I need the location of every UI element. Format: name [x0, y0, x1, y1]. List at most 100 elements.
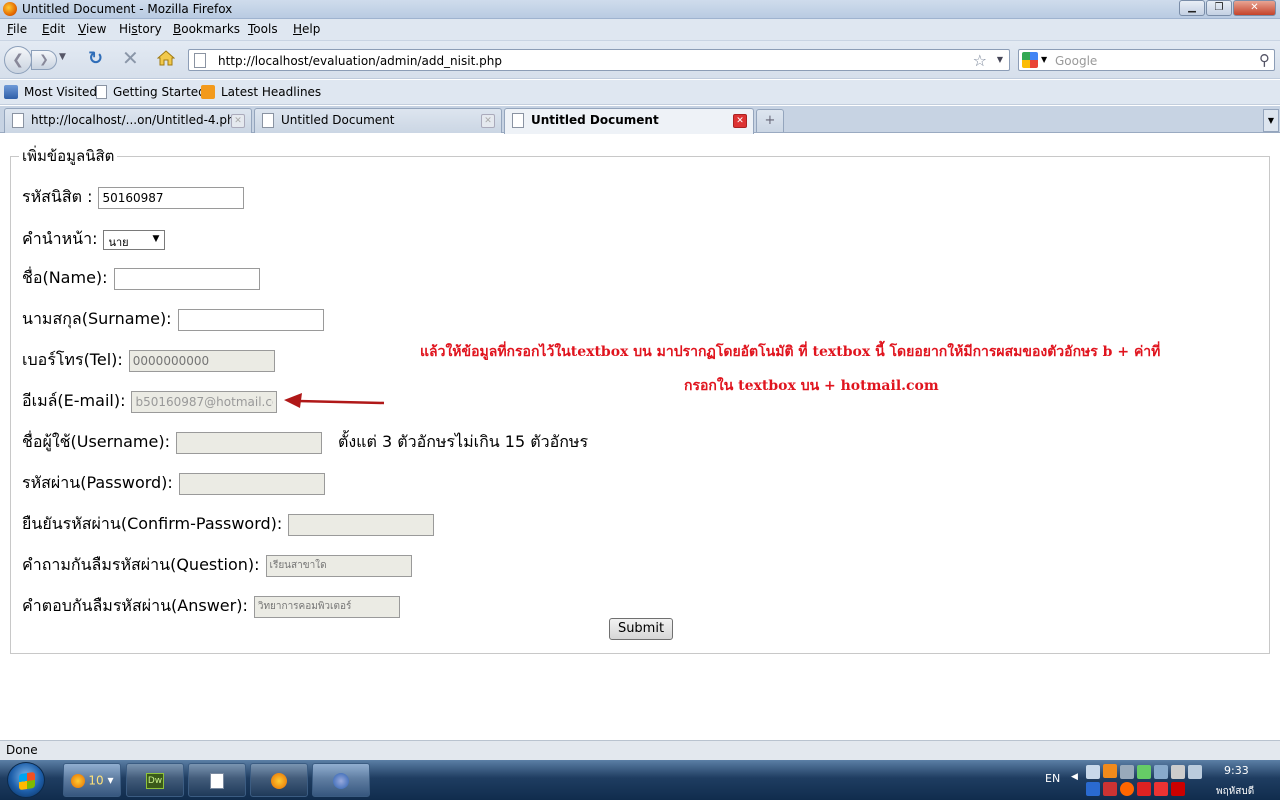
menu-help[interactable]: Help — [293, 22, 320, 36]
prefix-row: คำนำหน้า: นาย — [22, 227, 166, 252]
clock-day[interactable]: พฤหัสบดี — [1216, 784, 1254, 799]
answer-row: คำตอบกันลืมรหัสผ่าน(Answer): — [22, 594, 400, 619]
form-legend: เพิ่มข้อมูลนิสิต — [22, 147, 115, 165]
tray-app-icon[interactable] — [1103, 764, 1117, 778]
rss-feed-icon — [201, 85, 215, 99]
firefox-icon — [70, 773, 85, 788]
bookmark-star-icon[interactable]: ☆ — [973, 51, 987, 70]
page-icon — [262, 113, 274, 128]
page-icon — [12, 113, 24, 128]
url-dropdown-icon[interactable]: ▼ — [997, 55, 1003, 64]
email-input[interactable] — [131, 390, 278, 413]
window-title: Untitled Document - Mozilla Firefox — [22, 2, 233, 16]
menu-view[interactable]: View — [78, 22, 106, 36]
tray-app-icon[interactable] — [1103, 782, 1117, 796]
password-input[interactable] — [178, 472, 325, 495]
password-row: รหัสผ่าน(Password): — [22, 471, 325, 496]
taskbar-firefox[interactable] — [250, 763, 308, 797]
submit-button[interactable]: Submit — [609, 618, 673, 640]
tray-app-icon[interactable] — [1086, 782, 1100, 796]
tab-untitled-4[interactable]: http://localhost/...on/Untitled-4.php ✕ — [4, 108, 252, 133]
search-placeholder[interactable]: Google — [1055, 54, 1097, 68]
taskbar-dreamweaver[interactable]: Dw — [126, 763, 184, 797]
tray-app-icon[interactable] — [1086, 765, 1100, 779]
name-row: ชื่อ(Name): — [22, 266, 260, 291]
menu-history[interactable]: History — [119, 22, 162, 36]
taskbar-notepad[interactable] — [188, 763, 246, 797]
home-icon[interactable] — [157, 50, 175, 66]
maximize-button[interactable]: ❐ — [1206, 0, 1232, 16]
list-all-tabs-button[interactable]: ▼ — [1263, 109, 1279, 132]
student-id-input[interactable] — [98, 186, 245, 209]
username-label: ชื่อผู้ใช้(Username): — [22, 432, 170, 451]
status-bar: Done — [0, 740, 1280, 760]
close-window-button[interactable]: ✕ — [1233, 0, 1276, 16]
minimize-button[interactable]: ▁ — [1179, 0, 1205, 16]
bookmark-most-visited[interactable]: Most Visited — [4, 85, 97, 99]
password-label: รหัสผ่าน(Password): — [22, 473, 173, 492]
tel-row: เบอร์โทร(Tel): — [22, 348, 275, 373]
tray-app-icon[interactable] — [1154, 765, 1168, 779]
tray-app-icon[interactable] — [1137, 782, 1151, 796]
menu-bar: File Edit View History Bookmarks Tools H… — [0, 19, 1280, 41]
taskbar-browser[interactable] — [312, 763, 370, 797]
surname-input[interactable] — [177, 308, 324, 331]
tray-app-icon[interactable] — [1137, 765, 1151, 779]
network-icon[interactable] — [1188, 765, 1202, 779]
history-dropdown-icon[interactable]: ▼ — [59, 52, 66, 62]
surname-label: นามสกุล(Surname): — [22, 309, 172, 328]
question-input[interactable] — [265, 554, 412, 577]
page-icon — [96, 85, 107, 99]
bookmark-getting-started[interactable]: Getting Started — [96, 85, 206, 99]
name-input[interactable] — [113, 267, 260, 290]
tray-app-icon[interactable] — [1120, 765, 1134, 779]
tray-app-icon[interactable] — [1171, 782, 1185, 796]
search-icon[interactable]: ⚲ — [1259, 51, 1270, 69]
start-button[interactable] — [7, 762, 45, 798]
menu-bookmarks[interactable]: Bookmarks — [173, 22, 240, 36]
menu-tools[interactable]: Tools — [248, 22, 278, 36]
new-tab-button[interactable]: + — [756, 109, 784, 132]
system-tray: EN ◀ 9:33 พฤหัสบดี — [1040, 760, 1280, 800]
tab-untitled-document-active[interactable]: Untitled Document ✕ — [504, 108, 754, 134]
google-engine-icon[interactable] — [1022, 52, 1038, 68]
confirm-password-label: ยืนยันรหัสผ่าน(Confirm-Password): — [22, 514, 283, 533]
signal-icon[interactable] — [1171, 765, 1185, 779]
menu-file[interactable]: File — [7, 22, 27, 36]
reload-button[interactable]: ↻ — [88, 49, 103, 69]
close-tab-icon[interactable]: ✕ — [733, 114, 747, 128]
answer-input[interactable] — [253, 595, 400, 618]
status-text: Done — [6, 743, 38, 757]
address-bar[interactable]: http://localhost/evaluation/admin/add_ni… — [188, 49, 1010, 71]
page-icon — [194, 53, 206, 68]
tray-app-icon[interactable] — [1120, 782, 1134, 796]
search-bar[interactable]: ▼ Google ⚲ — [1018, 49, 1275, 71]
close-tab-icon[interactable]: ✕ — [231, 114, 245, 128]
bookmark-latest-headlines[interactable]: Latest Headlines — [201, 85, 321, 99]
back-button[interactable]: ❮ — [4, 46, 32, 74]
engine-dropdown-icon[interactable]: ▼ — [1041, 55, 1047, 64]
confirm-password-input[interactable] — [288, 513, 435, 536]
browser-icon — [333, 772, 349, 789]
name-label: ชื่อ(Name): — [22, 268, 108, 287]
language-indicator[interactable]: EN — [1045, 772, 1060, 785]
prefix-select[interactable]: นาย — [103, 229, 166, 250]
prefix-label: คำนำหน้า: — [22, 229, 98, 248]
taskbar-firefox-group[interactable]: 10 ▾ — [63, 763, 121, 797]
tray-app-icon[interactable] — [1154, 782, 1168, 796]
tab-untitled-document-1[interactable]: Untitled Document ✕ — [254, 108, 502, 133]
annotation-arrow-icon — [284, 393, 385, 408]
url-text[interactable]: http://localhost/evaluation/admin/add_ni… — [218, 54, 502, 68]
show-hidden-icons-button[interactable]: ◀ — [1071, 772, 1078, 782]
stop-button[interactable]: ✕ — [122, 48, 139, 68]
annotation-line-2: กรอกใน textbox บน + hotmail.com — [684, 378, 939, 394]
username-input[interactable] — [175, 431, 322, 454]
page-icon — [512, 113, 524, 128]
tel-input[interactable] — [128, 349, 275, 372]
bookmarks-toolbar: Most Visited Getting Started Latest Head… — [0, 80, 1280, 105]
menu-edit[interactable]: Edit — [42, 22, 65, 36]
close-tab-icon[interactable]: ✕ — [481, 114, 495, 128]
clock-time[interactable]: 9:33 — [1224, 764, 1249, 777]
forward-button[interactable]: ❯ — [31, 50, 57, 70]
firefox-icon — [271, 772, 287, 789]
